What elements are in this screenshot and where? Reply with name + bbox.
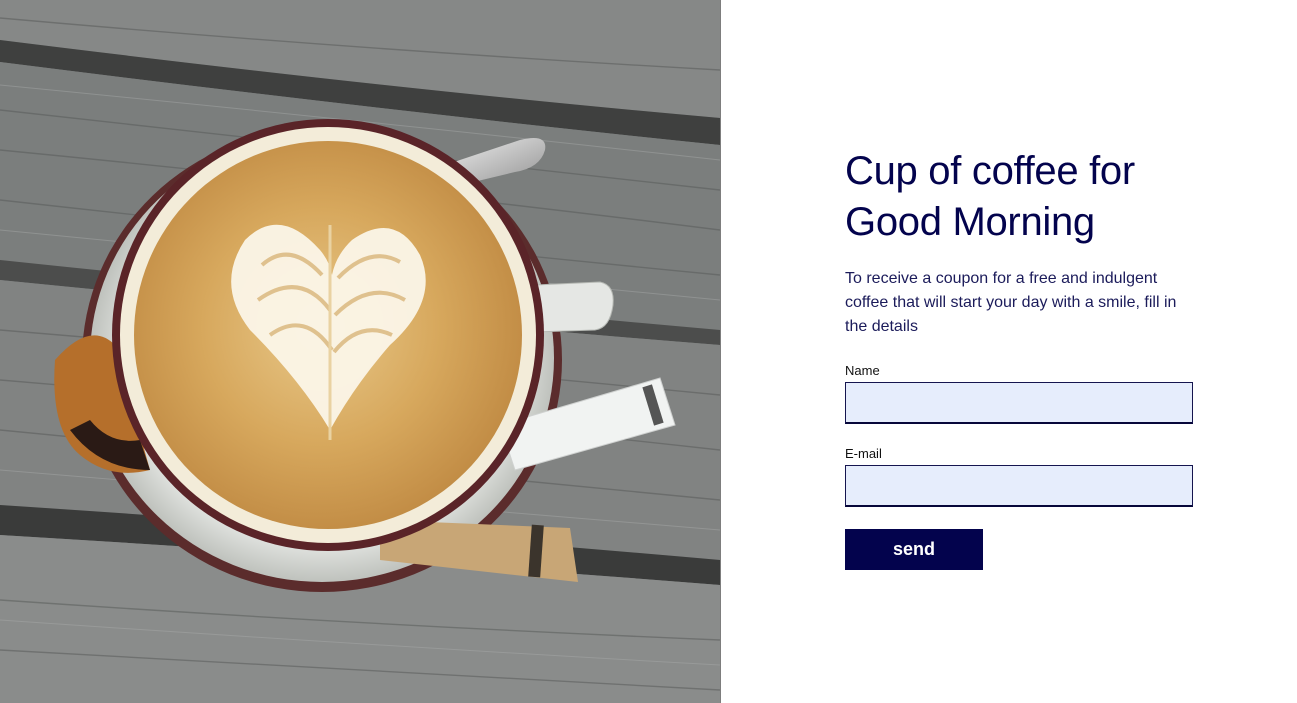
page-title: Cup of coffee for Good Morning: [845, 149, 1135, 244]
name-label: Name: [845, 363, 880, 378]
name-field[interactable]: [845, 382, 1193, 424]
email-field[interactable]: [845, 465, 1193, 507]
send-button[interactable]: send: [845, 529, 983, 570]
intro-text: To receive a coupon for a free and indul…: [845, 270, 1177, 335]
coffee-photo: [0, 0, 721, 703]
email-label: E-mail: [845, 446, 882, 461]
signup-panel: Cup of coffee for Good Morning To receiv…: [721, 0, 1297, 703]
